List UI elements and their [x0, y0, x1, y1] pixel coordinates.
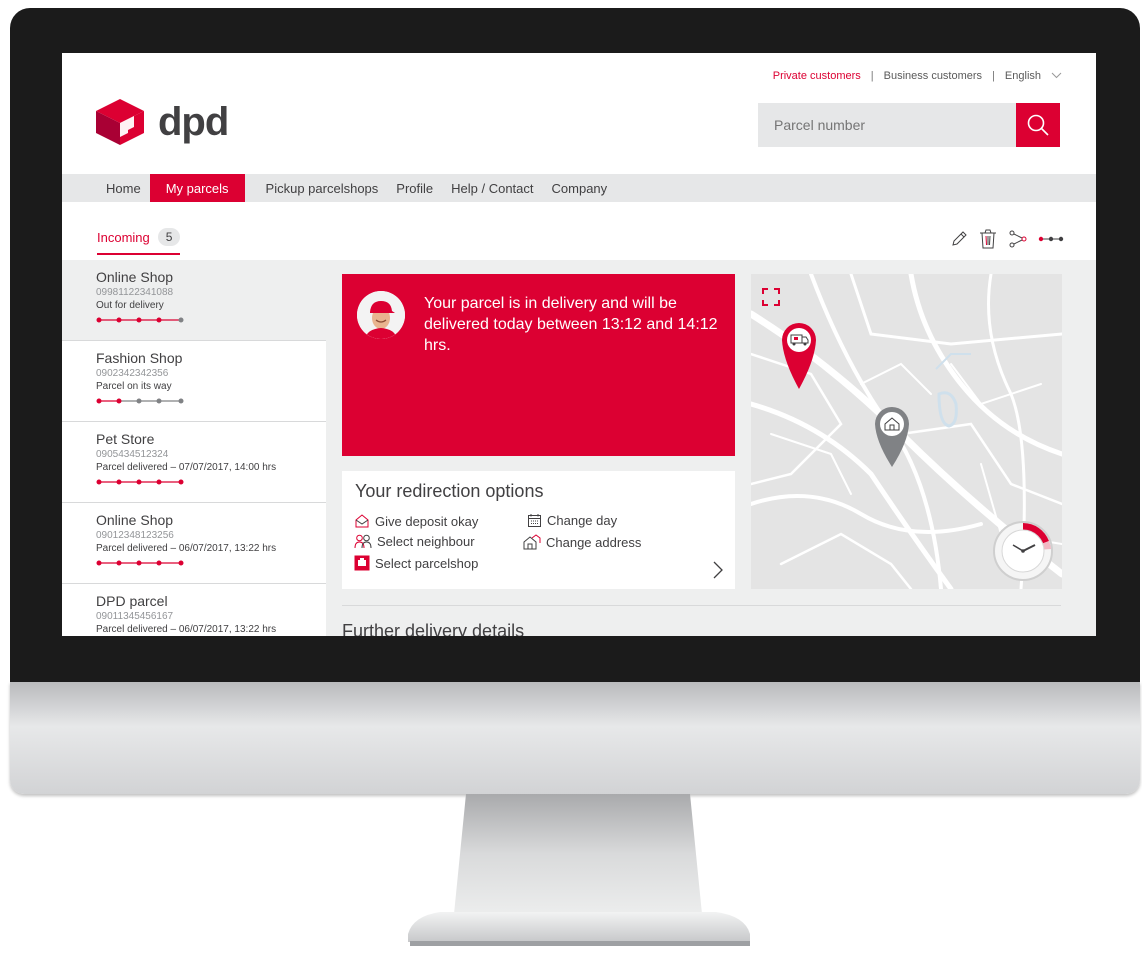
private-customers-link[interactable]: Private customers [773, 70, 861, 82]
trash-icon[interactable] [978, 228, 998, 250]
parcel-list-item[interactable]: Pet Store 0905434512324 Parcel delivered… [62, 422, 326, 503]
monitor-chin [10, 682, 1140, 794]
language-selector[interactable]: English [1005, 70, 1041, 82]
option-label: Change address [546, 534, 642, 550]
nav-company[interactable]: Company [543, 174, 617, 202]
option-select-neighbour[interactable]: Select neighbour [354, 534, 475, 549]
parcel-status: Parcel delivered – 06/07/2017, 13:22 hrs [96, 543, 277, 554]
parcel-list-item[interactable]: DPD parcel 09011345456167 Parcel deliver… [62, 584, 326, 636]
share-icon[interactable] [1008, 229, 1028, 249]
delivery-message: Your parcel is in delivery and will be d… [424, 295, 718, 354]
redirection-title: Your redirection options [355, 481, 544, 501]
parcel-shop-name: DPD parcel [96, 593, 168, 609]
top-links: Private customers | Business customers |… [773, 70, 1062, 82]
delivery-van-pin-icon[interactable] [780, 320, 818, 390]
parcel-status: Parcel on its way [96, 381, 172, 392]
courier-avatar [357, 291, 405, 339]
redirection-options-card: Your redirection options Give deposit ok… [342, 471, 735, 589]
parcel-status: Parcel delivered – 07/07/2017, 14:00 hrs [96, 462, 277, 473]
parcel-shop-name: Online Shop [96, 269, 174, 285]
parcel-number: 09981122341088 [96, 287, 174, 298]
option-label: Change day [547, 513, 618, 528]
nav-pickup-parcelshops[interactable]: Pickup parcelshops [257, 174, 388, 202]
business-customers-link[interactable]: Business customers [884, 70, 982, 82]
browser-screen: Private customers | Business customers |… [62, 53, 1096, 636]
option-label: Select neighbour [377, 534, 475, 549]
progress-dots-icon [96, 398, 184, 404]
parcel-shop-name: Online Shop [96, 512, 174, 528]
neighbour-icon [354, 534, 372, 549]
parcel-status: Parcel delivered – 06/07/2017, 13:22 hrs [96, 624, 277, 635]
parcel-number: 0905434512324 [96, 449, 169, 460]
search-icon [1027, 114, 1049, 136]
section-divider [342, 605, 1061, 606]
separator: | [870, 70, 874, 82]
delivery-status-card: Your parcel is in delivery and will be d… [342, 274, 735, 456]
monitor-stand [408, 794, 750, 946]
calendar-icon [528, 514, 541, 527]
tab-incoming-label: Incoming [97, 229, 150, 245]
clock-icon[interactable] [991, 519, 1055, 583]
home-pin-icon[interactable] [873, 404, 911, 468]
toolbar [950, 228, 1064, 250]
parcel-shop-name: Pet Store [96, 431, 155, 447]
parcelshop-icon [354, 555, 370, 571]
option-change-day[interactable]: Change day [527, 513, 617, 528]
parcel-list-item[interactable]: Fashion Shop 0902342342356 Parcel on its… [62, 341, 326, 422]
chevron-right-icon[interactable] [713, 561, 723, 579]
main-nav: Home My parcels Pickup parcelshops Profi… [62, 174, 1096, 202]
progress-dots-icon [96, 560, 184, 566]
nav-help-contact[interactable]: Help / Contact [442, 174, 542, 202]
parcel-list-item[interactable]: Online Shop 09981122341088 Out for deliv… [62, 260, 326, 341]
search-button[interactable] [1016, 103, 1060, 147]
change-address-icon [523, 534, 541, 550]
delivery-map[interactable] [751, 274, 1062, 589]
dpd-logo[interactable]: dpd [94, 97, 229, 147]
progress-dots-icon [96, 479, 184, 485]
parcel-number: 0902342342356 [96, 368, 169, 379]
parcel-number: 09012348123256 [96, 530, 174, 541]
incoming-count-badge: 5 [157, 228, 181, 246]
deposit-icon [355, 514, 369, 528]
chevron-down-icon[interactable] [1051, 71, 1062, 82]
separator: | [992, 70, 995, 82]
nav-my-parcels[interactable]: My parcels [149, 174, 245, 202]
option-change-address[interactable]: Change address [523, 534, 641, 550]
parcel-list-item[interactable]: Online Shop 09012348123256 Parcel delive… [62, 503, 326, 584]
tracking-progress-icon[interactable] [1038, 234, 1064, 244]
option-select-parcelshop[interactable]: Select parcelshop [354, 555, 478, 571]
parcel-shop-name: Fashion Shop [96, 350, 183, 366]
pencil-icon[interactable] [950, 230, 968, 248]
parcel-number: 09011345456167 [96, 611, 174, 622]
fullscreen-icon[interactable] [762, 288, 780, 306]
logo-wordmark: dpd [158, 100, 229, 144]
option-give-deposit[interactable]: Give deposit okay [354, 513, 478, 529]
nav-profile[interactable]: Profile [387, 174, 442, 202]
parcel-number-input[interactable] [758, 116, 1016, 134]
option-label: Give deposit okay [375, 513, 479, 529]
parcel-status: Out for delivery [96, 300, 164, 311]
option-label: Select parcelshop [375, 555, 479, 571]
nav-home[interactable]: Home [97, 174, 150, 202]
parcel-list: Online Shop 09981122341088 Out for deliv… [62, 260, 326, 636]
further-delivery-details-title: Further delivery details [342, 621, 525, 636]
tab-incoming[interactable]: Incoming 5 [97, 228, 181, 255]
progress-dots-icon [96, 317, 184, 323]
dpd-cube-icon [96, 99, 144, 145]
parcel-search [758, 103, 1060, 147]
